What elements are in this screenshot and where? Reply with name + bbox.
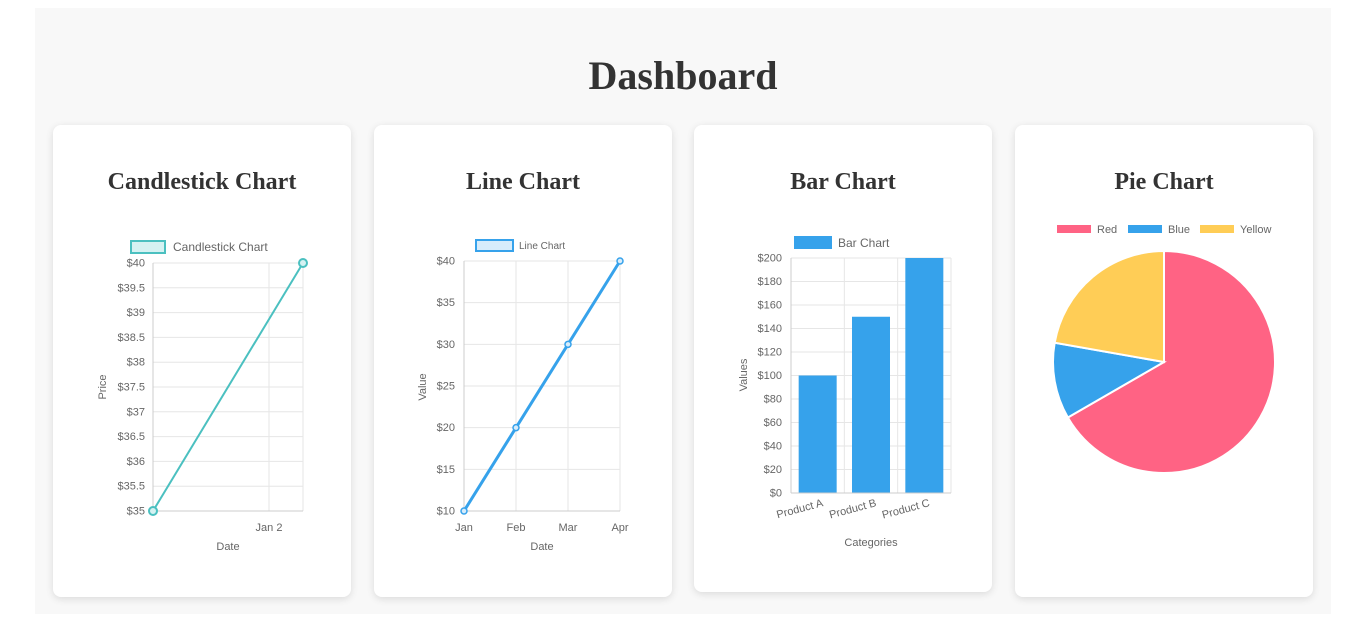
y-tick-label: $200 <box>758 253 782 265</box>
x-tick-label: Jan <box>455 522 473 534</box>
data-point <box>564 340 572 349</box>
pie-slice-yellow <box>1053 249 1165 364</box>
y-tick-label: $10 <box>437 506 455 518</box>
y-tick-label: $40 <box>437 256 455 268</box>
dashboard-container: Dashboard Candlestick Chart Candlestick … <box>35 8 1331 614</box>
y-tick-label: $25 <box>437 381 455 393</box>
data-point <box>616 257 624 265</box>
legend-label: Red <box>1097 224 1117 236</box>
legend-swatch <box>1057 225 1091 233</box>
y-tick-label: $39.5 <box>117 282 145 294</box>
line-chart: Line Chart $10 $15 $20 $25 $30 $35 $40 Jan Feb Mar… <box>417 239 629 553</box>
page-title: Dashboard <box>588 53 778 98</box>
y-tick-label: $100 <box>758 370 782 382</box>
legend-label: Candlestick Chart <box>173 240 268 254</box>
y-tick-label: $38.5 <box>117 332 145 344</box>
x-axis-title: Categories <box>844 537 898 549</box>
y-tick-label: $20 <box>764 464 782 476</box>
bar-chart: Bar Chart $0 $20 $40 $60 $80 $100 $120 $140 $160 $… <box>738 236 952 549</box>
x-tick-label: Feb <box>507 522 526 534</box>
y-tick-label: $36 <box>127 456 145 468</box>
y-tick-label: $60 <box>764 417 782 429</box>
y-tick-label: $140 <box>758 323 782 335</box>
y-tick-label: $180 <box>758 276 782 288</box>
bar <box>798 375 837 493</box>
line-chart-card: Line Chart Line Chart $10 $15 $20 $25 $30 $35 $… <box>374 125 672 597</box>
pie-chart: Red Blue Yellow <box>1052 224 1276 474</box>
y-tick-label: $35 <box>437 297 455 309</box>
y-tick-label: $39 <box>127 307 145 319</box>
legend-label: Bar Chart <box>838 236 890 250</box>
y-axis-title: Price <box>97 374 109 399</box>
candlestick-chart-card: Candlestick Chart Candlestick Chart $35 $3… <box>53 125 351 597</box>
legend-label: Line Chart <box>519 241 565 252</box>
y-tick-label: $38 <box>127 357 145 369</box>
data-point <box>148 506 158 516</box>
legend-swatch <box>794 236 832 249</box>
y-tick-label: $120 <box>758 347 782 359</box>
legend-label: Yellow <box>1240 224 1271 236</box>
legend-swatch <box>1128 225 1162 233</box>
x-axis-title: Date <box>216 541 239 553</box>
legend-label: Blue <box>1168 224 1190 236</box>
x-tick-label: Product B <box>828 497 878 521</box>
bar <box>852 316 890 493</box>
pie-chart-card: Pie Chart Red Blue Yellow <box>1015 125 1313 597</box>
y-tick-label: $40 <box>127 258 145 270</box>
y-tick-label: $80 <box>764 394 782 406</box>
bar-chart-card: Bar Chart Bar Chart $0 $20 $40 $60 $80 $100 $12… <box>694 125 992 592</box>
y-tick-label: $37.5 <box>117 382 145 394</box>
y-tick-label: $35 <box>127 506 145 518</box>
legend-swatch <box>475 239 514 252</box>
y-tick-label: $35.5 <box>117 481 145 493</box>
y-axis-title: Values <box>738 358 750 391</box>
x-tick-label: Product C <box>881 497 931 521</box>
x-axis-title: Date <box>530 541 553 553</box>
y-tick-label: $0 <box>770 488 782 500</box>
y-axis-title: Value <box>417 373 429 400</box>
data-point <box>512 423 520 432</box>
x-tick-label: Jan 2 <box>256 522 283 534</box>
y-tick-label: $20 <box>437 422 455 434</box>
y-tick-label: $40 <box>764 441 782 453</box>
y-tick-label: $36.5 <box>117 431 145 443</box>
candlestick-chart: Candlestick Chart $35 $35.5 $36 $36.5 $37 $37.… <box>97 240 308 553</box>
data-point <box>298 258 308 268</box>
legend-swatch <box>130 240 166 254</box>
bar <box>905 258 944 493</box>
y-tick-label: $30 <box>437 339 455 351</box>
y-tick-label: $160 <box>758 300 782 312</box>
x-tick-label: Mar <box>559 522 578 534</box>
x-tick-label: Apr <box>611 522 628 534</box>
data-point <box>460 507 468 515</box>
y-tick-label: $37 <box>127 406 145 418</box>
x-tick-label: Product A <box>775 497 825 521</box>
legend-swatch <box>1200 225 1234 233</box>
y-tick-label: $15 <box>437 464 455 476</box>
